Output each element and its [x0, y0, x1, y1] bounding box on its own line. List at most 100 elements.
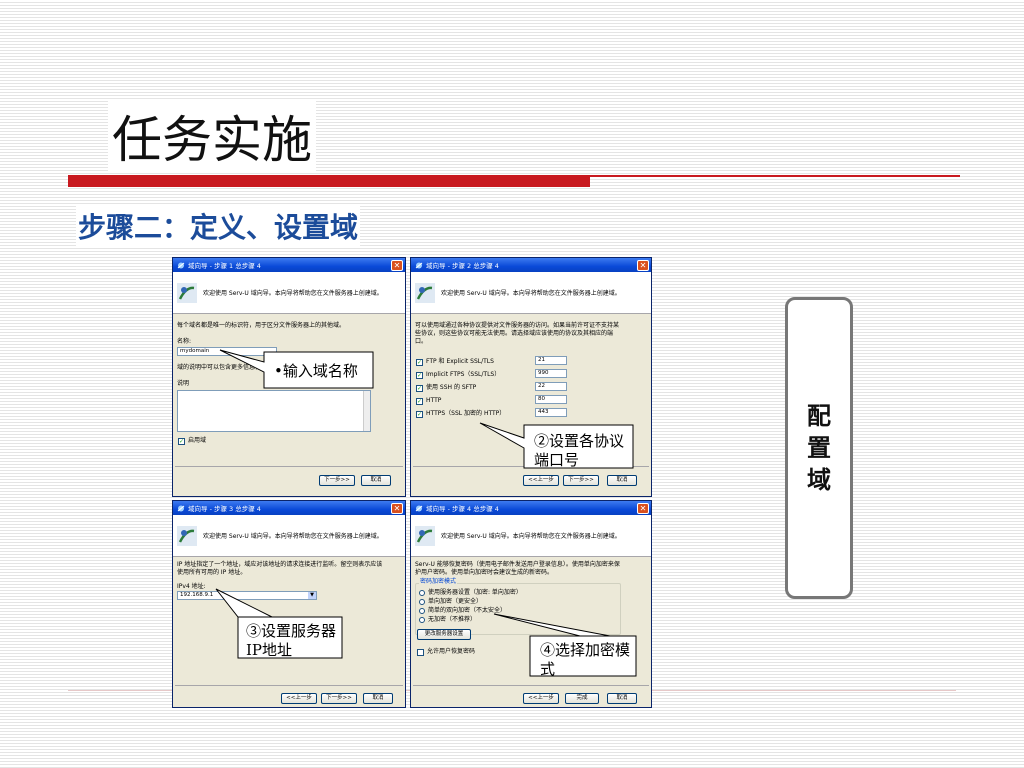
servu-logo-icon — [177, 282, 197, 303]
cancel-button[interactable]: 取消 — [607, 475, 637, 486]
servu-logo-icon — [177, 525, 197, 546]
sftp-label: 使用 SSH 的 SFTP — [426, 384, 477, 391]
next-button[interactable]: 下一步>> — [319, 475, 355, 486]
radio-one-way[interactable] — [419, 599, 425, 605]
dialog-header: 欢迎使用 Serv-U 域向导。本向导将帮助您在文件服务器上创建域。 — [411, 515, 651, 557]
description-label: 说明 — [177, 380, 190, 387]
option-two-way: 简单的双向加密（不太安全） — [428, 607, 507, 614]
close-icon[interactable]: ✕ — [391, 259, 403, 271]
name-label: 名称: — [177, 338, 192, 345]
side-label-box: 配置域 — [785, 297, 853, 599]
dialog-titlebar: 域向导 - 步骤 4 总步骤 4 ✕ — [411, 501, 651, 515]
ftps-port-input[interactable]: 990 — [535, 369, 567, 378]
radio-two-way[interactable] — [419, 608, 425, 614]
servu-logo-icon — [415, 525, 435, 546]
description-textarea[interactable] — [177, 390, 371, 432]
dialog-titlebar: 域向导 - 步骤 2 总步骤 4 ✕ — [411, 258, 651, 272]
dialog-separator — [175, 466, 403, 467]
dialog-title: 域向导 - 步骤 1 总步骤 4 — [188, 262, 261, 270]
finish-button[interactable]: 完成 — [565, 693, 599, 704]
protocol-desc-line2: 些协议，则这些协议可能无法使用。请选择域应该使用的协议及其相应的端 — [415, 330, 614, 337]
ftp-checkbox[interactable]: ✓ — [416, 359, 423, 366]
back-button[interactable]: <<上一步 — [523, 693, 559, 704]
ip-desc-line1: IP 地址指定了一个地址，域应对该地址的请求连接进行监听。留空则表示应该 — [177, 561, 383, 568]
sftp-port-input[interactable]: 22 — [535, 382, 567, 391]
ftps-checkbox[interactable]: ✓ — [416, 372, 423, 379]
wizard-icon — [177, 262, 185, 268]
welcome-text: 欢迎使用 Serv-U 域向导。本向导将帮助您在文件服务器上创建域。 — [441, 290, 621, 297]
encryption-mode-legend: 密码加密模式 — [419, 578, 458, 586]
next-button[interactable]: 下一步>> — [563, 475, 599, 486]
slide-subtitle: 步骤二：定义、设置域 — [76, 206, 361, 246]
cancel-button[interactable]: 取消 — [363, 693, 393, 704]
cancel-button[interactable]: 取消 — [607, 693, 637, 704]
back-button[interactable]: <<上一步 — [523, 475, 559, 486]
dialog-title: 域向导 - 步骤 4 总步骤 4 — [426, 505, 499, 513]
chevron-down-icon[interactable]: ▼ — [308, 592, 316, 599]
close-icon[interactable]: ✕ — [637, 259, 649, 271]
wizard-icon — [415, 262, 423, 268]
back-button[interactable]: <<上一步 — [281, 693, 317, 704]
dialog-title: 域向导 - 步骤 3 总步骤 4 — [188, 505, 261, 513]
side-label: 配置域 — [807, 402, 831, 494]
ipv4-select[interactable]: 192.168.9.1 ▼ — [177, 591, 317, 600]
https-port-input[interactable]: 443 — [535, 408, 567, 417]
enable-domain-checkbox[interactable]: ✓ — [178, 438, 185, 445]
protocol-desc-line3: 口。 — [415, 338, 428, 345]
https-label: HTTPS（SSL 加密的 HTTP） — [426, 410, 506, 417]
allow-recover-checkbox[interactable] — [417, 649, 424, 656]
domain-wizard-step3: 域向导 - 步骤 3 总步骤 4 ✕ 欢迎使用 Serv-U 域向导。本向导将帮… — [172, 500, 406, 708]
option-one-way: 单向加密（更安全） — [428, 598, 483, 605]
callout-domain-name: •输入域名称 — [274, 362, 358, 380]
dialog-header: 欢迎使用 Serv-U 域向导。本向导将帮助您在文件服务器上创建域。 — [173, 272, 405, 314]
description-hint: 域的说明中可以包含更多信息， — [177, 364, 262, 371]
dialog-separator — [413, 685, 649, 686]
dialog-separator — [175, 685, 403, 686]
ftp-label: FTP 和 Explicit SSL/TLS — [426, 358, 494, 365]
encrypt-desc-line1: Serv-U 能够恢复密码（使用电子邮件发送用户登录信息）。使用单向加密来保 — [415, 561, 620, 568]
radio-server-setting[interactable] — [419, 590, 425, 596]
title-underline-thick — [68, 175, 590, 187]
close-icon[interactable]: ✕ — [391, 502, 403, 514]
option-server-setting: 使用服务器设置（加密: 单向加密） — [428, 589, 522, 596]
callout-protocol-ports: ②设置各协议端口号 — [534, 432, 625, 469]
welcome-text: 欢迎使用 Serv-U 域向导。本向导将帮助您在文件服务器上创建域。 — [203, 533, 383, 540]
enable-domain-label: 启用域 — [188, 437, 207, 444]
slide-title: 任务实施 — [108, 100, 316, 172]
close-icon[interactable]: ✕ — [637, 502, 649, 514]
welcome-text: 欢迎使用 Serv-U 域向导。本向导将帮助您在文件服务器上创建域。 — [441, 533, 621, 540]
dialog-titlebar: 域向导 - 步骤 3 总步骤 4 ✕ — [173, 501, 405, 515]
https-checkbox[interactable]: ✓ — [416, 411, 423, 418]
dialog-body: 每个域名都是唯一的标识符，用于区分文件服务器上的其他域。 名称: mydomai… — [173, 314, 405, 496]
allow-recover-label: 允许用户恢复密码 — [427, 648, 476, 655]
dialog-header: 欢迎使用 Serv-U 域向导。本向导将帮助您在文件服务器上创建域。 — [411, 272, 651, 314]
ftp-port-input[interactable]: 21 — [535, 356, 567, 365]
next-button[interactable]: 下一步>> — [321, 693, 357, 704]
ipv4-value: 192.168.9.1 — [180, 592, 214, 598]
change-server-settings-button[interactable]: 更改服务器设置 — [417, 629, 471, 640]
servu-logo-icon — [415, 282, 435, 303]
sftp-checkbox[interactable]: ✓ — [416, 385, 423, 392]
wizard-icon — [415, 505, 423, 511]
http-port-input[interactable]: 80 — [535, 395, 567, 404]
title-underline-thin — [590, 175, 960, 177]
callout-server-ip: ③设置服务器IP地址 — [246, 622, 337, 659]
dialog-titlebar: 域向导 - 步骤 1 总步骤 4 ✕ — [173, 258, 405, 272]
scrollbar[interactable] — [363, 391, 370, 431]
domain-name-input[interactable]: mydomain — [177, 347, 277, 356]
callout-encryption-mode: ④选择加密模式 — [540, 641, 631, 678]
ftps-label: Implicit FTPS（SSL/TLS） — [426, 371, 501, 378]
dialog-header: 欢迎使用 Serv-U 域向导。本向导将帮助您在文件服务器上创建域。 — [173, 515, 405, 557]
dialog-body: Serv-U 能够恢复密码（使用电子邮件发送用户登录信息）。使用单向加密来保 护… — [411, 557, 651, 707]
domain-desc: 每个域名都是唯一的标识符，用于区分文件服务器上的其他域。 — [177, 322, 346, 329]
http-label: HTTP — [426, 397, 442, 404]
radio-no-encryption[interactable] — [419, 617, 425, 623]
protocol-desc-line1: 可以使用域通过各种协议提供对文件服务器的访问。如果当前许可证不支持某 — [415, 322, 620, 329]
cancel-button[interactable]: 取消 — [361, 475, 391, 486]
welcome-text: 欢迎使用 Serv-U 域向导。本向导将帮助您在文件服务器上创建域。 — [203, 290, 383, 297]
http-checkbox[interactable]: ✓ — [416, 398, 423, 405]
option-no-encryption: 无加密（不推荐） — [428, 616, 477, 623]
dialog-title: 域向导 - 步骤 2 总步骤 4 — [426, 262, 499, 270]
ip-desc-line2: 使用所有可用的 IP 地址。 — [177, 569, 247, 576]
ipv4-label: IPv4 地址: — [177, 583, 206, 590]
